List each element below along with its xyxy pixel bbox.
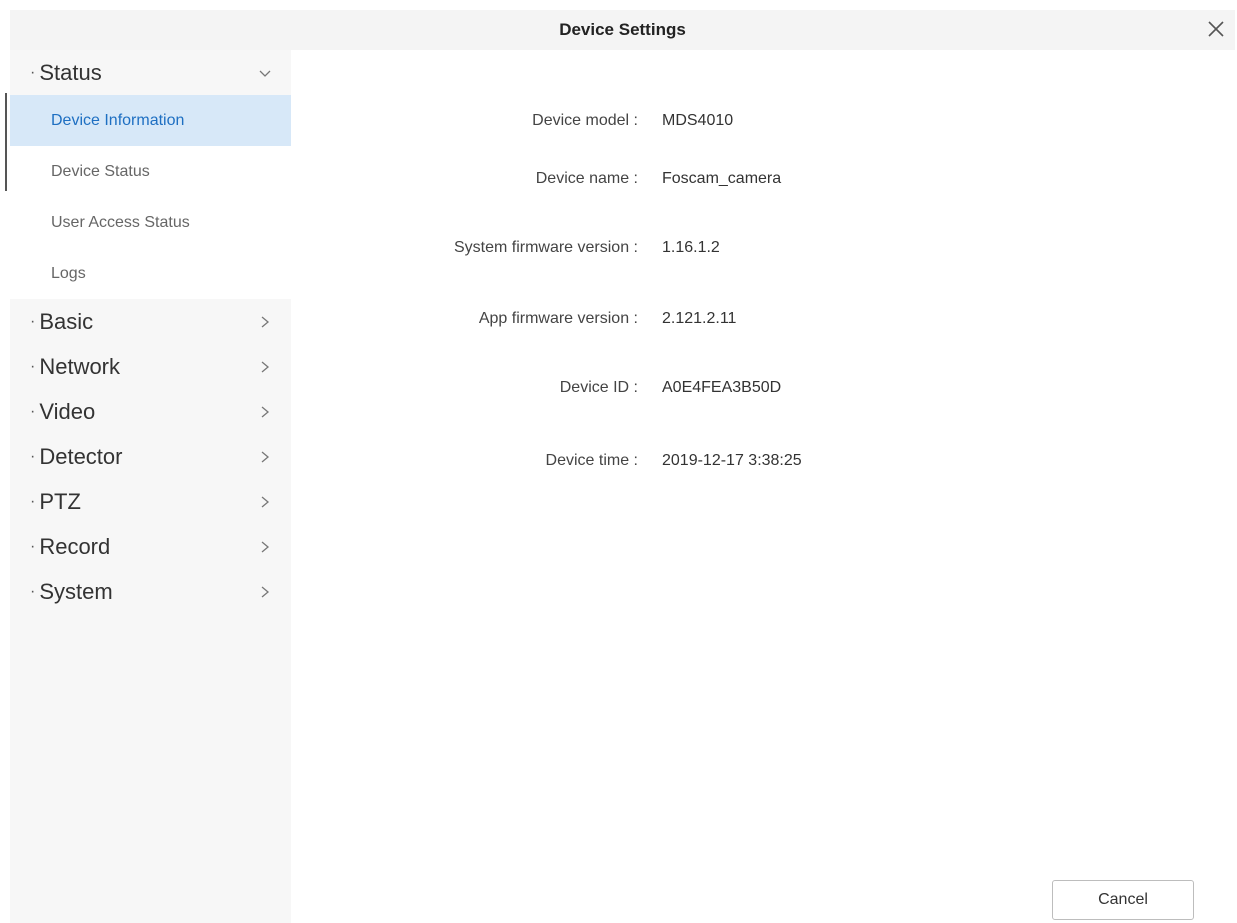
info-row-device-model: Device model : MDS4010 — [300, 108, 1235, 134]
sidebar-group-label: PTZ — [39, 488, 81, 514]
sidebar-item-logs[interactable]: Logs — [10, 248, 291, 299]
sidebar-group-basic[interactable]: · Basic — [10, 299, 291, 344]
window-title: Device Settings — [559, 20, 686, 39]
device-information-panel: Device model : MDS4010 Device name : Fos… — [300, 50, 1235, 923]
info-row-system-firmware: System firmware version : 1.16.1.2 — [300, 235, 1235, 261]
device-name-label: Device name : — [535, 170, 638, 187]
chevron-down-icon — [258, 62, 272, 80]
sidebar-group-label: Video — [39, 398, 96, 424]
chevron-right-icon — [258, 356, 272, 374]
cancel-button[interactable]: Cancel — [1052, 880, 1194, 920]
system-firmware-label: System firmware version : — [453, 239, 638, 256]
status-submenu: Device Information Device Status User Ac… — [10, 95, 291, 299]
sidebar-item-user-access-status[interactable]: User Access Status — [10, 197, 291, 248]
device-time-value: 2019-12-17 3:38:25 — [662, 452, 802, 469]
chevron-right-icon — [258, 401, 272, 419]
chevron-right-icon — [258, 446, 272, 464]
device-time-label: Device time : — [545, 452, 638, 469]
bullet: · — [30, 492, 36, 510]
sidebar-group-label: Record — [39, 533, 111, 559]
close-button[interactable] — [1203, 16, 1229, 42]
chevron-right-icon — [258, 311, 272, 329]
sidebar-group-ptz[interactable]: · PTZ — [10, 479, 291, 524]
sidebar-group-system[interactable]: · System — [10, 569, 291, 614]
sidebar-edge-marker — [5, 93, 7, 191]
device-name-value: Foscam_camera — [662, 170, 782, 187]
info-row-device-id: Device ID : A0E4FEA3B50D — [300, 375, 1235, 401]
sidebar: · Status Device Information Device Statu… — [10, 50, 291, 923]
device-settings-window: Device Settings · Status Device Informat… — [0, 0, 1237, 923]
sidebar-group-record[interactable]: · Record — [10, 524, 291, 569]
bullet: · — [30, 447, 36, 465]
bullet: · — [30, 312, 36, 330]
sidebar-group-network[interactable]: · Network — [10, 344, 291, 389]
app-firmware-value: 2.121.2.11 — [662, 310, 737, 327]
device-model-value: MDS4010 — [662, 112, 734, 129]
sidebar-group-label: Basic — [39, 308, 94, 334]
chevron-right-icon — [258, 581, 272, 599]
info-row-device-name: Device name : Foscam_camera — [300, 166, 1235, 192]
sidebar-item-device-status[interactable]: Device Status — [10, 146, 291, 197]
sidebar-group-video[interactable]: · Video — [10, 389, 291, 434]
sidebar-item-device-information[interactable]: Device Information — [10, 95, 291, 146]
device-id-value: A0E4FEA3B50D — [662, 379, 782, 396]
device-id-label: Device ID : — [559, 379, 638, 396]
sidebar-group-detector[interactable]: · Detector — [10, 434, 291, 479]
sidebar-group-label: System — [39, 578, 113, 604]
app-firmware-label: App firmware version : — [478, 310, 638, 327]
bullet: · — [30, 402, 36, 420]
info-row-app-firmware: App firmware version : 2.121.2.11 — [300, 306, 1235, 332]
sidebar-group-label: Network — [39, 353, 121, 379]
title-bar: Device Settings — [10, 10, 1235, 50]
bullet: · — [30, 537, 36, 555]
sidebar-group-status[interactable]: · Status — [10, 50, 291, 95]
sidebar-group-label: Status — [39, 59, 102, 85]
close-icon — [1208, 21, 1224, 37]
bullet: · — [30, 63, 36, 81]
bullet: · — [30, 357, 36, 375]
chevron-right-icon — [258, 536, 272, 554]
info-row-device-time: Device time : 2019-12-17 3:38:25 — [300, 448, 1235, 474]
sidebar-group-label: Detector — [39, 443, 123, 469]
device-model-label: Device model : — [532, 112, 638, 129]
chevron-right-icon — [258, 491, 272, 509]
system-firmware-value: 1.16.1.2 — [662, 239, 720, 256]
bullet: · — [30, 582, 36, 600]
